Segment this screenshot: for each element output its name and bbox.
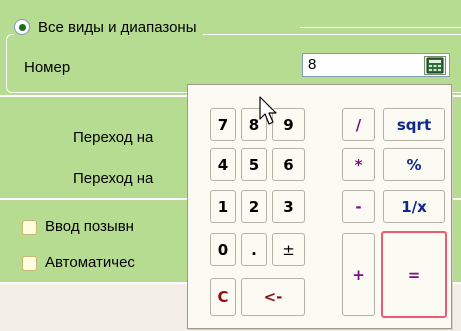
transition-label-1: Переход на: [73, 129, 154, 146]
all-types-radio-row[interactable]: Все виды и диапазоны: [14, 16, 203, 38]
key-minus[interactable]: -: [342, 190, 375, 223]
key-reciprocal[interactable]: 1/x: [383, 190, 445, 223]
transition-label-2: Переход на: [73, 170, 154, 187]
key-plus-minus[interactable]: ±: [272, 233, 305, 266]
key-clear[interactable]: C: [210, 278, 236, 316]
key-decimal[interactable]: .: [241, 233, 267, 266]
key-5[interactable]: 5: [241, 148, 267, 181]
key-sqrt[interactable]: sqrt: [383, 108, 445, 141]
radio-button[interactable]: [14, 19, 30, 35]
callsign-checkbox[interactable]: [22, 220, 37, 235]
key-0[interactable]: 0: [210, 233, 236, 266]
group-frame-line: [300, 27, 461, 28]
key-7[interactable]: 7: [210, 108, 236, 141]
key-2[interactable]: 2: [241, 190, 267, 223]
key-9[interactable]: 9: [272, 108, 305, 141]
callsign-checkbox-label: Ввод позывн: [45, 218, 134, 235]
key-3[interactable]: 3: [272, 190, 305, 223]
auto-checkbox[interactable]: [22, 256, 37, 271]
calculator-button[interactable]: [424, 56, 446, 75]
key-6[interactable]: 6: [272, 148, 305, 181]
key-percent[interactable]: %: [383, 148, 445, 181]
calculator-icon: [426, 57, 444, 74]
key-divide[interactable]: /: [342, 108, 375, 141]
key-backspace[interactable]: <-: [241, 278, 305, 316]
key-8[interactable]: 8: [241, 108, 267, 141]
key-plus[interactable]: +: [342, 233, 375, 316]
auto-checkbox-label: Автоматичес: [45, 254, 135, 271]
key-4[interactable]: 4: [210, 148, 236, 181]
radio-selected-dot: [19, 24, 26, 31]
key-1[interactable]: 1: [210, 190, 236, 223]
number-label: Номер: [24, 59, 71, 76]
key-equals[interactable]: =: [381, 231, 447, 318]
key-multiply[interactable]: *: [342, 148, 375, 181]
radio-label: Все виды и диапазоны: [38, 18, 197, 36]
calculator-popup: 7 8 9 / sqrt 4 5 6 * % 1 2 3 - 1/x 0 . ±…: [187, 84, 452, 329]
